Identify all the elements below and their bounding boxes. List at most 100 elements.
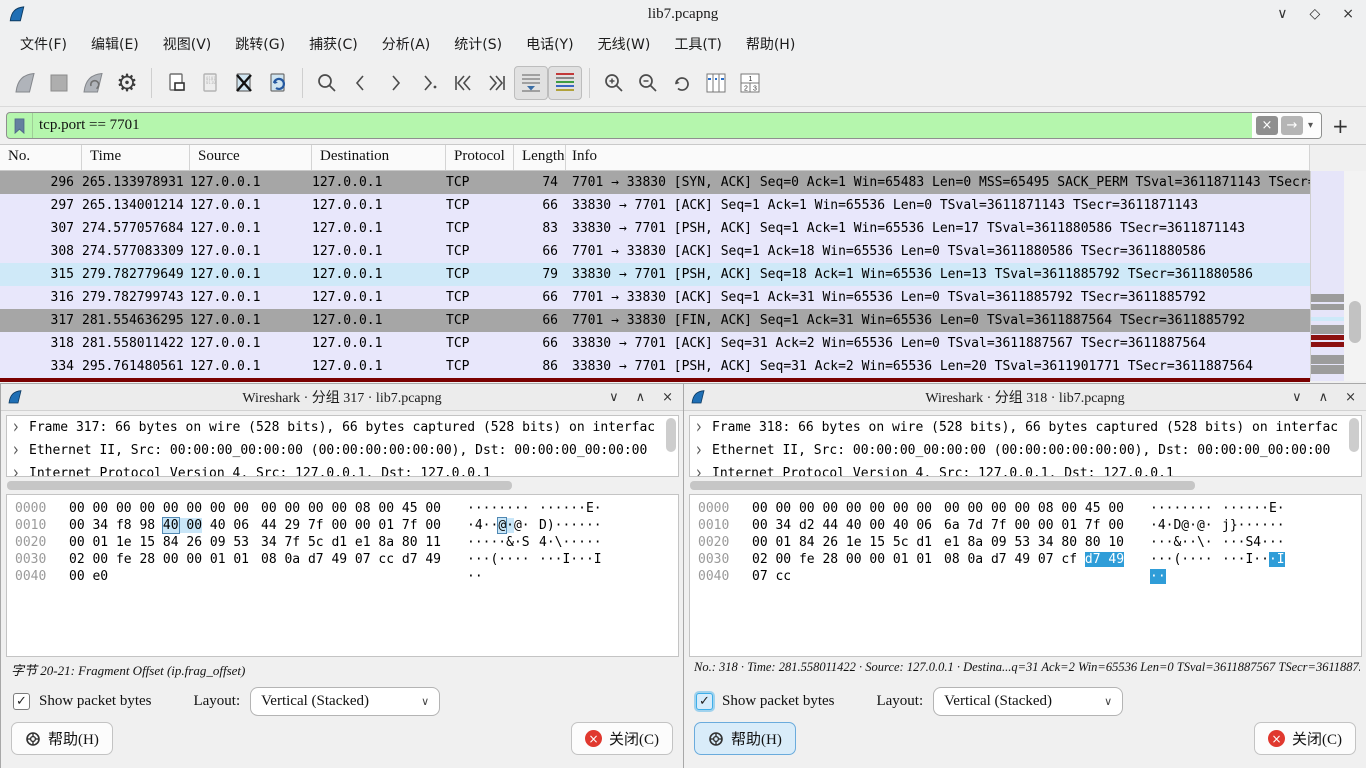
show-packet-bytes-checkbox[interactable]: ✓: [696, 693, 713, 710]
close-icon[interactable]: ×: [662, 390, 673, 405]
find-packet-icon[interactable]: [310, 66, 344, 100]
zoom-in-icon[interactable]: [597, 66, 631, 100]
close-file-icon[interactable]: [227, 66, 261, 100]
close-icon[interactable]: ×: [1342, 6, 1354, 22]
minimize-icon[interactable]: ∨: [1292, 390, 1302, 405]
column-header[interactable]: Length: [514, 145, 566, 170]
close-dialog-button[interactable]: × 关闭(C): [571, 722, 673, 755]
expand-chevron-icon[interactable]: ›: [13, 416, 31, 439]
resize-columns-icon[interactable]: [699, 66, 733, 100]
show-packet-bytes-checkbox[interactable]: ✓: [13, 693, 30, 710]
menu-item[interactable]: 捕获(C): [299, 30, 368, 58]
start-capture-icon[interactable]: [8, 66, 42, 100]
maximize-icon[interactable]: ∧: [636, 390, 646, 405]
go-forward-icon[interactable]: [378, 66, 412, 100]
expand-chevron-icon[interactable]: ›: [696, 416, 714, 439]
scrollbar-thumb[interactable]: [690, 481, 1195, 490]
scrollbar-thumb[interactable]: [666, 418, 676, 452]
tree-row[interactable]: ›Ethernet II, Src: 00:00:00_00:00:00 (00…: [7, 439, 678, 462]
column-header[interactable]: Info: [566, 145, 1310, 170]
intelligent-scrollbar[interactable]: [1310, 171, 1344, 381]
tree-row[interactable]: ›Frame 317: 66 bytes on wire (528 bits),…: [7, 416, 678, 439]
column-header[interactable]: Protocol: [446, 145, 514, 170]
menu-item[interactable]: 视图(V): [153, 30, 222, 58]
restart-capture-icon[interactable]: [76, 66, 110, 100]
scrollbar-thumb[interactable]: [1349, 418, 1359, 452]
clear-filter-icon[interactable]: ×: [1256, 116, 1278, 135]
dialog-titlebar[interactable]: Wireshark · 分组 317 · lib7.pcapng ∨ ∧ ×: [1, 384, 683, 411]
menu-item[interactable]: 工具(T): [664, 30, 731, 58]
first-packet-icon[interactable]: [446, 66, 480, 100]
help-button[interactable]: 帮助(H): [11, 722, 113, 755]
zoom-out-icon[interactable]: [631, 66, 665, 100]
filter-dropdown-icon[interactable]: ▾: [1306, 120, 1315, 131]
add-filter-button[interactable]: +: [1332, 114, 1349, 138]
column-header[interactable]: Destination: [312, 145, 446, 170]
menu-item[interactable]: 电话(Y): [516, 30, 583, 58]
column-header[interactable]: No.: [0, 145, 82, 170]
expand-chevron-icon[interactable]: ›: [13, 439, 31, 462]
filter-bookmark-icon[interactable]: [7, 113, 33, 138]
column-header[interactable]: Source: [190, 145, 312, 170]
minimize-icon[interactable]: ∨: [609, 390, 619, 405]
menu-item[interactable]: 文件(F): [10, 30, 77, 58]
auto-scroll-icon[interactable]: [514, 66, 548, 100]
menu-item[interactable]: 帮助(H): [736, 30, 805, 58]
packet-row[interactable]: 317281.554636295127.0.0.1127.0.0.1TCP667…: [0, 309, 1310, 332]
stop-capture-icon[interactable]: [42, 66, 76, 100]
tree-row[interactable]: ›Frame 318: 66 bytes on wire (528 bits),…: [690, 416, 1361, 439]
maximize-icon[interactable]: ∧: [1319, 390, 1329, 405]
save-file-icon[interactable]: 01010110: [193, 66, 227, 100]
packet-row[interactable]: 308274.577083309127.0.0.1127.0.0.1TCP667…: [0, 240, 1310, 263]
go-to-packet-icon[interactable]: [412, 66, 446, 100]
column-header[interactable]: Time: [82, 145, 190, 170]
go-back-icon[interactable]: [344, 66, 378, 100]
scrollbar-thumb[interactable]: [7, 481, 512, 490]
display-filter-field[interactable]: × → ▾: [6, 112, 1322, 139]
tree-hscrollbar[interactable]: [7, 481, 667, 491]
scrollbar-thumb[interactable]: [1349, 301, 1361, 343]
packet-row[interactable]: 334295.761480561127.0.0.1127.0.0.1TCP863…: [0, 355, 1310, 378]
capture-options-icon[interactable]: ⚙: [110, 66, 144, 100]
packet-row[interactable]: 296265.133978931127.0.0.1127.0.0.1TCP747…: [0, 171, 1310, 194]
reload-file-icon[interactable]: [261, 66, 295, 100]
close-dialog-button[interactable]: × 关闭(C): [1254, 722, 1356, 755]
tree-hscrollbar[interactable]: [690, 481, 1350, 491]
zoom-reset-icon[interactable]: [665, 66, 699, 100]
window-titlebar[interactable]: lib7.pcapng ∨ ◇ ×: [0, 0, 1366, 28]
open-file-icon[interactable]: [159, 66, 193, 100]
packet-row-partial[interactable]: [0, 378, 1310, 382]
hex-dump-pane[interactable]: 000000 00 00 00 00 00 00 0000 00 00 00 0…: [6, 494, 679, 657]
maximize-icon[interactable]: ◇: [1309, 6, 1320, 22]
menu-item[interactable]: 跳转(G): [225, 30, 295, 58]
tree-row[interactable]: ›Ethernet II, Src: 00:00:00_00:00:00 (00…: [690, 439, 1361, 462]
close-icon[interactable]: ×: [1345, 390, 1356, 405]
minimize-icon[interactable]: ∨: [1277, 6, 1287, 22]
packet-detail-tree[interactable]: ›Frame 317: 66 bytes on wire (528 bits),…: [6, 415, 679, 477]
expand-chevron-icon[interactable]: ›: [13, 462, 31, 477]
display-filter-input[interactable]: [33, 113, 1252, 138]
menu-item[interactable]: 分析(A): [372, 30, 441, 58]
tree-row[interactable]: ›Internet Protocol Version 4, Src: 127.0…: [7, 462, 678, 477]
packet-row[interactable]: 315279.782779649127.0.0.1127.0.0.1TCP793…: [0, 263, 1310, 286]
apply-filter-icon[interactable]: →: [1281, 116, 1303, 135]
tree-scrollbar[interactable]: [1349, 418, 1359, 476]
menu-item[interactable]: 无线(W): [588, 30, 661, 58]
hex-dump-pane[interactable]: 000000 00 00 00 00 00 00 0000 00 00 00 0…: [689, 494, 1362, 657]
layout-select[interactable]: Vertical (Stacked) ∨: [933, 687, 1123, 716]
dialog-titlebar[interactable]: Wireshark · 分组 318 · lib7.pcapng ∨ ∧ ×: [684, 384, 1366, 411]
tree-row[interactable]: ›Internet Protocol Version 4, Src: 127.0…: [690, 462, 1361, 477]
packet-row[interactable]: 307274.577057684127.0.0.1127.0.0.1TCP833…: [0, 217, 1310, 240]
last-packet-icon[interactable]: [480, 66, 514, 100]
help-button[interactable]: 帮助(H): [694, 722, 796, 755]
menu-item[interactable]: 统计(S): [444, 30, 512, 58]
layout-icon[interactable]: 123: [733, 66, 767, 100]
tree-scrollbar[interactable]: [666, 418, 676, 476]
colorize-icon[interactable]: [548, 66, 582, 100]
expand-chevron-icon[interactable]: ›: [696, 462, 714, 477]
packet-detail-tree[interactable]: ›Frame 318: 66 bytes on wire (528 bits),…: [689, 415, 1362, 477]
packet-row[interactable]: 297265.134001214127.0.0.1127.0.0.1TCP663…: [0, 194, 1310, 217]
layout-select[interactable]: Vertical (Stacked) ∨: [250, 687, 440, 716]
packet-list-scrollbar[interactable]: [1344, 171, 1366, 381]
menu-item[interactable]: 编辑(E): [81, 30, 149, 58]
